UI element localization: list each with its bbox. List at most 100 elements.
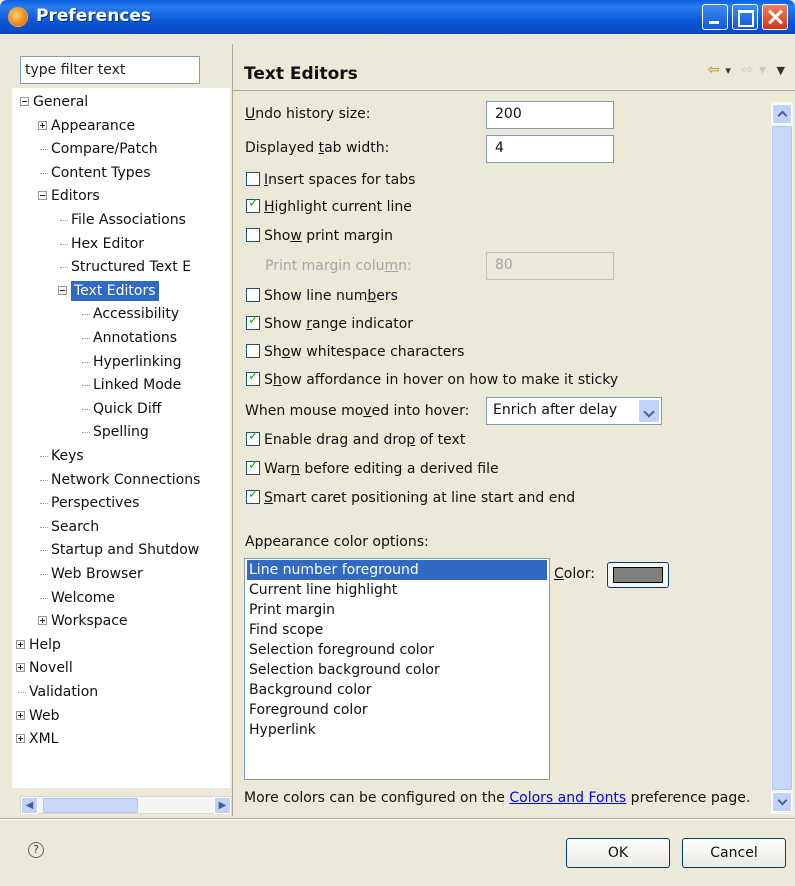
view-menu-icon[interactable]: ▼ (777, 64, 785, 77)
checkbox[interactable] (246, 429, 260, 446)
checkbox-row[interactable]: Highlight current line (246, 196, 412, 219)
checkbox-row[interactable]: Smart caret positioning at line start an… (246, 487, 575, 510)
list-item[interactable]: Current line highlight (247, 580, 399, 600)
tree-item[interactable]: Quick Diff (93, 399, 161, 419)
list-item[interactable]: Find scope (247, 620, 325, 640)
color-options-list[interactable]: Line number foreground Current line highl… (244, 558, 550, 780)
list-item[interactable]: Hyperlink (247, 720, 318, 740)
close-button[interactable] (762, 4, 788, 30)
tree-item[interactable]: Text Editors (71, 281, 159, 301)
checkbox-row[interactable]: Show print margin (246, 228, 393, 248)
tree-item[interactable]: Structured Text E (71, 257, 191, 277)
tree-item[interactable]: Novell (29, 658, 73, 678)
expand-toggle-icon[interactable] (38, 616, 47, 625)
tree-item[interactable]: Accessibility (93, 304, 179, 324)
list-item[interactable]: Background color (247, 680, 373, 700)
list-item[interactable]: Selection foreground color (247, 640, 436, 660)
chevron-down-icon[interactable] (638, 399, 660, 423)
page-navigation: ⇦ ▾ ⇨ ▾ ▼ (702, 62, 785, 78)
tree-item[interactable]: Startup and Shutdow (51, 540, 199, 560)
tree-item[interactable]: File Associations (71, 210, 186, 230)
scroll-up-icon[interactable] (772, 104, 792, 124)
list-item[interactable]: Print margin (247, 600, 337, 620)
checkbox[interactable] (246, 369, 260, 386)
tree-item[interactable]: Web (29, 706, 60, 726)
expand-toggle-icon[interactable] (38, 121, 47, 130)
checkbox-label: Show affordance in hover on how to make … (264, 372, 619, 388)
checkbox[interactable] (246, 196, 260, 213)
checkbox[interactable] (246, 172, 260, 186)
checkbox-row[interactable]: Show range indicator (246, 313, 413, 336)
undo-history-field[interactable]: 200 (486, 101, 614, 129)
hover-select[interactable]: Enrich after delay (486, 397, 662, 425)
more-colors-note: More colors can be configured on the Col… (244, 790, 751, 806)
cancel-button[interactable]: Cancel (682, 838, 786, 868)
tree-item[interactable]: Help (29, 635, 61, 655)
collapse-toggle-icon[interactable] (58, 286, 67, 295)
tree-item[interactable]: Validation (29, 682, 98, 702)
checkbox-row[interactable]: Warn before editing a derived file (246, 458, 499, 481)
color-picker-button[interactable] (607, 562, 669, 588)
collapse-toggle-icon[interactable] (20, 97, 29, 106)
question-icon[interactable]: ? (28, 842, 44, 858)
checkbox[interactable] (246, 228, 260, 242)
tree-item[interactable]: Linked Mode (93, 375, 181, 395)
checkbox[interactable] (246, 313, 260, 330)
list-item[interactable]: Selection background color (247, 660, 442, 680)
checkbox-row[interactable]: Insert spaces for tabs (246, 172, 415, 192)
expand-toggle-icon[interactable] (16, 640, 25, 649)
tree-item[interactable]: Keys (51, 446, 84, 466)
checkbox[interactable] (246, 288, 260, 302)
forward-arrow-icon[interactable]: ⇨ (741, 62, 753, 78)
filter-input[interactable] (20, 56, 200, 84)
checkbox[interactable] (246, 458, 260, 475)
tree-connector (40, 173, 48, 174)
back-arrow-icon[interactable]: ⇦ (708, 62, 720, 78)
tree-item[interactable]: Hyperlinking (93, 352, 181, 372)
tree-item[interactable]: Network Connections (51, 470, 200, 490)
tree-item[interactable]: XML (29, 729, 58, 749)
expand-toggle-icon[interactable] (16, 711, 25, 720)
checkbox-row[interactable]: Show line numbers (246, 288, 398, 308)
tree-horizontal-scrollbar[interactable]: ◀ ▶ (20, 796, 232, 814)
tree-item[interactable]: Perspectives (51, 493, 139, 513)
title-bar[interactable]: Preferences (0, 0, 795, 34)
forward-menu-chevron-icon[interactable]: ▾ (759, 62, 766, 78)
scroll-down-icon[interactable] (772, 792, 792, 812)
ok-button[interactable]: OK (566, 838, 670, 868)
checkbox-row[interactable]: Show affordance in hover on how to make … (246, 369, 619, 392)
tree-item[interactable]: General (33, 92, 88, 112)
colors-and-fonts-link[interactable]: Colors and Fonts (509, 790, 626, 806)
scroll-thumb[interactable] (43, 798, 138, 813)
checkbox[interactable] (246, 487, 260, 504)
tree-item[interactable]: Appearance (51, 116, 135, 136)
expand-toggle-icon[interactable] (16, 734, 25, 743)
minimize-button[interactable] (702, 4, 728, 30)
tree-item[interactable]: Content Types (51, 163, 151, 183)
scroll-right-icon[interactable]: ▶ (214, 797, 231, 814)
tree-item[interactable]: Hex Editor (71, 234, 144, 254)
maximize-button[interactable] (732, 4, 758, 30)
page-vertical-scrollbar[interactable] (771, 102, 793, 814)
checkbox-row[interactable]: Enable drag and drop of text (246, 429, 465, 452)
tree-item[interactable]: Compare/Patch (51, 139, 158, 159)
tree-connector (82, 432, 90, 433)
tree-item[interactable]: Spelling (93, 422, 149, 442)
tree-connector (40, 480, 48, 481)
scroll-thumb[interactable] (772, 126, 792, 790)
back-menu-chevron-icon[interactable]: ▾ (725, 64, 731, 77)
collapse-toggle-icon[interactable] (38, 191, 47, 200)
tree-item[interactable]: Welcome (51, 588, 115, 608)
tree-item[interactable]: Annotations (93, 328, 177, 348)
tree-item[interactable]: Editors (51, 186, 100, 206)
tab-width-field[interactable]: 4 (486, 135, 614, 163)
scroll-left-icon[interactable]: ◀ (21, 797, 38, 814)
list-item[interactable]: Line number foreground (247, 560, 547, 580)
tree-item[interactable]: Web Browser (51, 564, 143, 584)
checkbox-row[interactable]: Show whitespace characters (246, 344, 464, 364)
list-item[interactable]: Foreground color (247, 700, 370, 720)
checkbox[interactable] (246, 344, 260, 358)
tree-item[interactable]: Workspace (51, 611, 128, 631)
expand-toggle-icon[interactable] (16, 663, 25, 672)
tree-item[interactable]: Search (51, 517, 99, 537)
